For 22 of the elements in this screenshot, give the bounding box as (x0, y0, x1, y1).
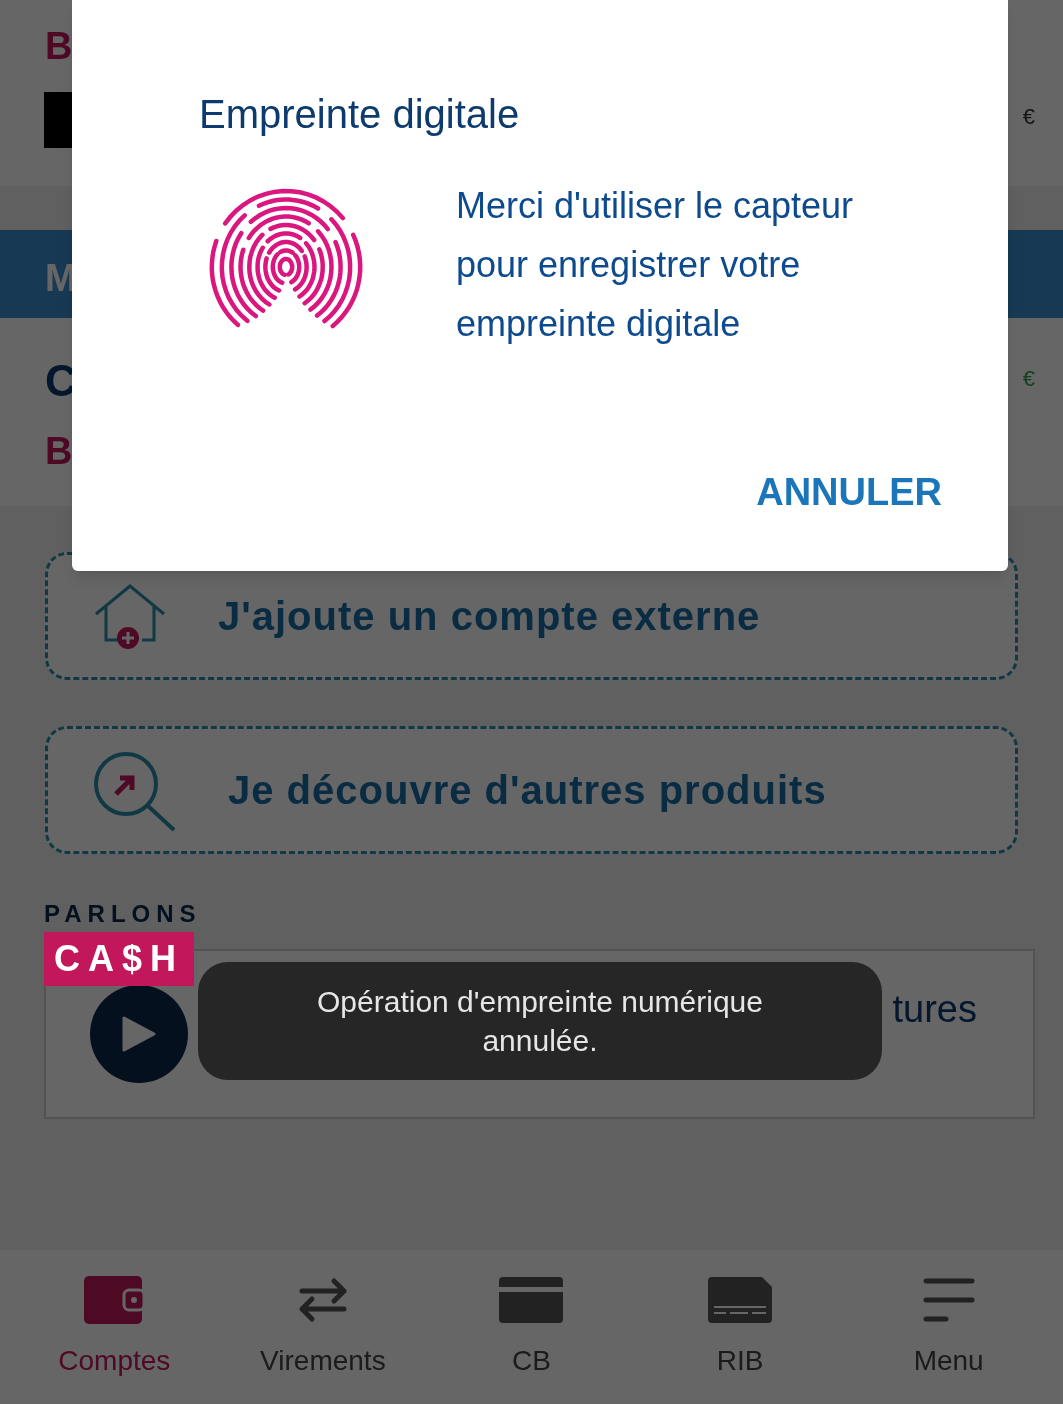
menu-icon (922, 1278, 975, 1322)
brand-logo: CA$H (44, 932, 194, 986)
promo-title: tures (892, 987, 977, 1032)
play-icon (122, 1015, 156, 1053)
nav-tab[interactable]: RIB (645, 1272, 836, 1382)
nav-tab[interactable]: Menu (853, 1272, 1044, 1382)
amount: € (1022, 103, 1035, 131)
credit-card-icon (499, 1277, 564, 1323)
cancel-button[interactable]: ANNULER (746, 456, 952, 529)
nav-tab[interactable]: CB (436, 1272, 627, 1382)
nav-tab[interactable]: Comptes (19, 1272, 210, 1382)
account-label: B (45, 429, 73, 474)
dialog-title: Empreinte digitale (199, 91, 520, 138)
card-title: B (45, 24, 73, 69)
amount: € (1022, 365, 1035, 393)
action-card[interactable]: Je découvre d'autres produits (45, 726, 1018, 854)
brand-text: PARLONS (44, 899, 202, 929)
wallet-icon (84, 1276, 145, 1324)
toast-message: Opération d'empreinte numérique annulée. (198, 962, 882, 1080)
dialog-message: Merci d'utiliser le capteur pour enregistrer votre empreinte digitale (456, 184, 855, 346)
document-icon (708, 1277, 773, 1323)
nav-tab[interactable]: Virements (227, 1272, 418, 1382)
